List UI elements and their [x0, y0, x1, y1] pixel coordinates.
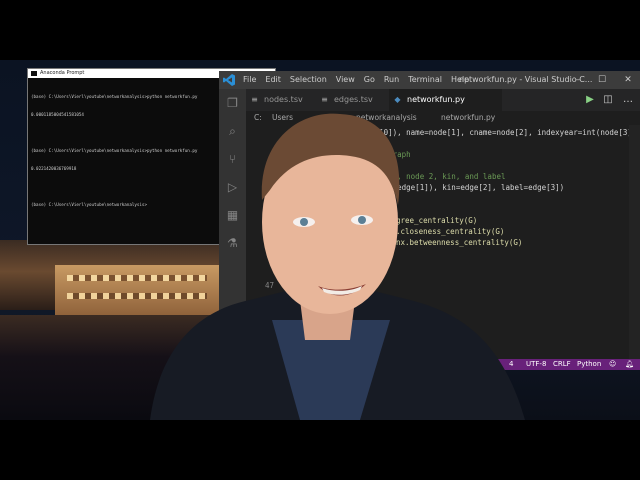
menu-view[interactable]: View — [336, 71, 355, 89]
console-icon — [31, 71, 37, 76]
menu-selection[interactable]: Selection — [290, 71, 327, 89]
tab-label: networkfun.py — [407, 95, 465, 104]
breadcrumb-file[interactable]: networkfun.py — [441, 111, 495, 125]
source-control-icon[interactable]: ⑂ — [226, 153, 239, 166]
menu-terminal[interactable]: Terminal — [408, 71, 442, 89]
letterbox-top — [0, 0, 640, 60]
minimize-icon[interactable]: – — [566, 71, 590, 89]
console-title: Anaconda Prompt — [40, 70, 85, 76]
flask-icon[interactable]: ⚗ — [226, 237, 239, 250]
letterbox-bottom — [0, 420, 640, 480]
menu-go[interactable]: Go — [364, 71, 375, 89]
maximize-icon[interactable]: ☐ — [590, 71, 614, 89]
code-line: node[0]), name=node[1], cname=node[2], i… — [361, 128, 640, 137]
menu-run[interactable]: Run — [384, 71, 399, 89]
menu-bar: File Edit Selection View Go Run Terminal… — [243, 71, 469, 89]
code-comment: o the graph — [361, 150, 411, 159]
explorer-icon[interactable]: ❐ — [226, 97, 239, 110]
extensions-icon[interactable]: ▦ — [226, 209, 239, 222]
more-actions-icon[interactable]: … — [621, 93, 635, 107]
tab-networkfun[interactable]: ◆ networkfun.py — [389, 89, 502, 111]
vscode-titlebar[interactable]: File Edit Selection View Go Run Terminal… — [219, 71, 640, 89]
line-number: 47 — [264, 281, 274, 290]
wallpaper-palace — [55, 265, 220, 320]
breadcrumb-drive[interactable]: C: — [254, 111, 262, 125]
breadcrumb-folder[interactable]: networkanalysis — [356, 111, 417, 125]
editor-tabs: ≡ nodes.tsv ≡ edges.tsv ◆ networkfun.py … — [246, 89, 640, 111]
status-eol[interactable]: CRLF — [553, 359, 571, 370]
status-bar: 4 UTF-8 CRLF Python ☺ 🔔︎ — [219, 359, 640, 370]
status-language[interactable]: Python — [577, 359, 601, 370]
code-line: nx.betweenness_centrality(G) — [396, 238, 523, 247]
close-icon[interactable]: ✕ — [616, 71, 640, 89]
menu-file[interactable]: File — [243, 71, 256, 89]
tab-nodes[interactable]: ≡ nodes.tsv — [246, 89, 324, 111]
feedback-icon[interactable]: ☺ — [609, 359, 616, 370]
status-encoding[interactable]: UTF-8 — [526, 359, 546, 370]
vscode-window[interactable]: File Edit Selection View Go Run Terminal… — [219, 71, 640, 370]
tab-edges[interactable]: ≡ edges.tsv — [316, 89, 394, 111]
code-line: ]), int(edge[1]), kin=edge[2], label=edg… — [361, 183, 565, 192]
vscode-logo-icon — [223, 74, 235, 86]
run-python-file-icon[interactable]: ▶ — [583, 93, 597, 107]
run-debug-icon[interactable]: ▷ — [226, 181, 239, 194]
python-icon: ◆ — [394, 95, 401, 104]
file-icon: ≡ — [251, 95, 258, 104]
code-editor[interactable]: node[0]), name=node[1], cname=node[2], i… — [246, 125, 640, 359]
code-line: gree_centrality(G) — [396, 216, 478, 225]
code-line: .closeness_centrality(G) — [396, 227, 505, 236]
tab-label: nodes.tsv — [264, 95, 303, 104]
status-spaces[interactable]: 4 — [509, 359, 513, 370]
search-icon[interactable]: ⌕ — [226, 125, 239, 138]
code-comment: , node 1, node 2, kin, and label — [361, 172, 506, 181]
notifications-icon[interactable]: 🔔︎ — [625, 359, 634, 370]
split-editor-icon[interactable]: ◫ — [601, 93, 615, 107]
breadcrumb-users[interactable]: Users — [272, 111, 293, 125]
minimap[interactable] — [629, 125, 640, 359]
breadcrumb: C: Users networkanalysis networkfun.py — [246, 111, 640, 125]
file-icon: ≡ — [321, 95, 328, 104]
wallpaper-water — [0, 315, 225, 420]
menu-edit[interactable]: Edit — [265, 71, 281, 89]
activity-bar: ❐ ⌕ ⑂ ▷ ▦ ⚗ — [219, 89, 246, 359]
tab-label: edges.tsv — [334, 95, 373, 104]
